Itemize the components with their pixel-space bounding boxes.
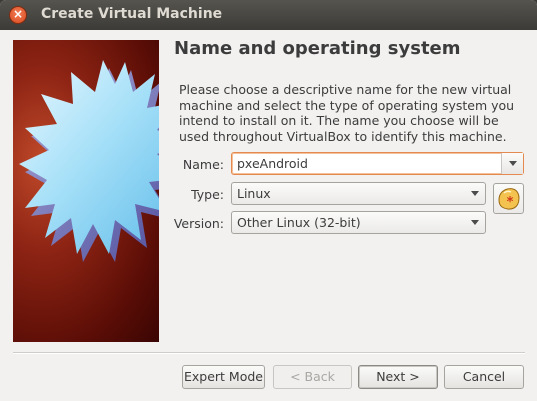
page-description: Please choose a descriptive name for the…	[179, 82, 515, 144]
next-button[interactable]: Next >	[358, 365, 438, 389]
name-label: Name:	[182, 157, 224, 172]
type-label: Type:	[191, 187, 224, 202]
create-vm-dialog: × Create Virtual Machine Name and operat…	[0, 0, 537, 401]
title-bar: × Create Virtual Machine	[0, 0, 537, 30]
button-divider	[13, 352, 525, 354]
window-title: Create Virtual Machine	[41, 6, 223, 22]
chevron-down-icon	[471, 220, 479, 225]
back-button[interactable]: < Back	[273, 365, 352, 389]
linux-os-icon: *	[493, 183, 524, 214]
version-select-value: Other Linux (32-bit)	[237, 215, 361, 230]
expert-mode-button[interactable]: Expert Mode	[182, 365, 265, 389]
name-input-value: pxeAndroid	[237, 156, 308, 171]
name-history-dropdown[interactable]	[501, 153, 523, 174]
type-select-value: Linux	[237, 186, 271, 201]
svg-text:*: *	[507, 195, 514, 210]
close-icon[interactable]: ×	[9, 6, 27, 24]
wizard-banner-image	[13, 40, 159, 342]
version-select[interactable]: Other Linux (32-bit)	[231, 211, 486, 234]
chevron-down-icon	[471, 191, 479, 196]
type-select[interactable]: Linux	[231, 182, 486, 205]
chevron-down-icon	[509, 161, 517, 166]
name-input[interactable]: pxeAndroid	[231, 152, 524, 175]
starburst-icon	[19, 60, 159, 262]
page-heading: Name and operating system	[174, 38, 461, 59]
version-label: Version:	[173, 216, 224, 231]
cancel-button[interactable]: Cancel	[444, 365, 524, 389]
